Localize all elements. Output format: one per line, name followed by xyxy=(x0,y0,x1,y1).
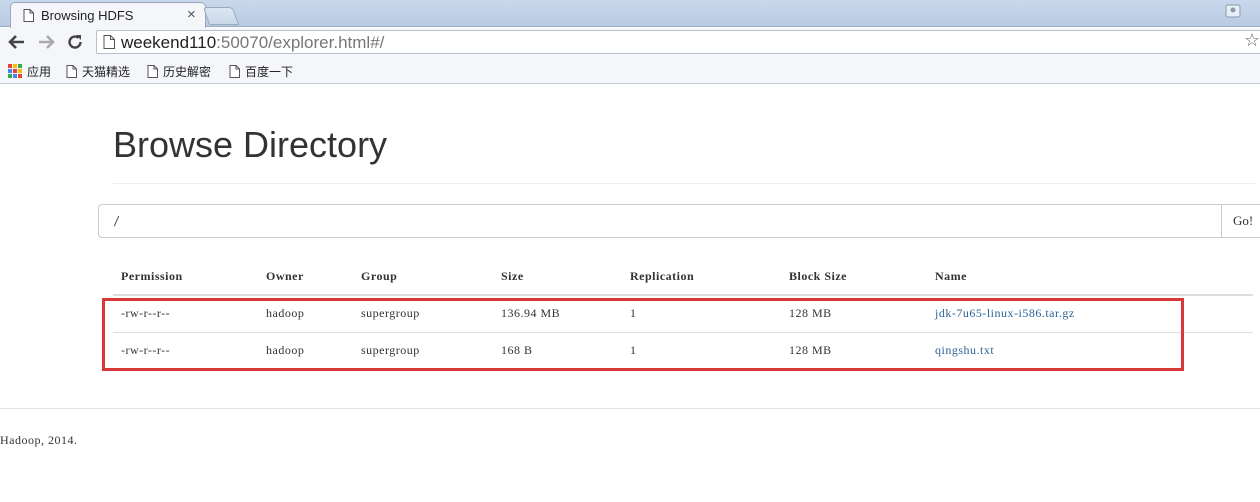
file-link[interactable]: jdk-7u65-linux-i586.tar.gz xyxy=(935,306,1075,320)
footer-divider xyxy=(0,408,1260,409)
bookmarks-bar: 应用 天猫精选 历史解密 百度一下 xyxy=(0,58,1260,84)
back-button[interactable] xyxy=(6,31,28,53)
cell-name: jdk-7u65-linux-i586.tar.gz xyxy=(927,294,1253,332)
page-icon xyxy=(147,64,158,78)
column-header-owner[interactable]: Owner xyxy=(258,259,353,296)
cell-size: 136.94 MB xyxy=(493,294,622,332)
tab-strip: Browsing HDFS × xyxy=(0,0,1260,28)
cell-permission: -rw-r--r-- xyxy=(113,331,258,369)
cell-replication: 1 xyxy=(622,294,781,332)
apps-icon xyxy=(8,64,22,78)
cell-group: supergroup xyxy=(353,331,493,369)
bookmark-apps[interactable]: 应用 xyxy=(8,62,51,80)
close-icon[interactable]: × xyxy=(187,6,196,23)
bookmark-star-icon[interactable]: ☆ xyxy=(1244,30,1260,51)
url-path: :50070/explorer.html#/ xyxy=(216,33,385,52)
forward-arrow-icon xyxy=(39,35,55,49)
file-listing-table: Permission Owner Group Size Replication … xyxy=(113,259,1253,369)
directory-path-input[interactable]: / xyxy=(98,204,1222,238)
cell-owner: hadoop xyxy=(258,331,353,369)
file-link[interactable]: qingshu.txt xyxy=(935,343,994,357)
user-icon[interactable] xyxy=(1225,4,1241,20)
column-header-name[interactable]: Name xyxy=(927,259,1253,296)
column-header-block-size[interactable]: Block Size xyxy=(781,259,927,296)
column-header-size[interactable]: Size xyxy=(493,259,622,296)
page-icon xyxy=(66,64,77,78)
reload-icon xyxy=(68,35,82,49)
table-row: -rw-r--r-- hadoop supergroup 168 B 1 128… xyxy=(113,331,1253,369)
cell-group: supergroup xyxy=(353,294,493,332)
address-bar[interactable]: weekend110:50070/explorer.html#/ xyxy=(96,30,1260,54)
cell-block-size: 128 MB xyxy=(781,331,927,369)
page-icon xyxy=(103,35,115,54)
bookmark-history[interactable]: 历史解密 xyxy=(147,62,211,80)
cell-size: 168 B xyxy=(493,331,622,369)
back-arrow-icon xyxy=(8,35,24,49)
new-tab-button[interactable] xyxy=(202,7,240,25)
page-icon xyxy=(229,64,240,78)
reload-button[interactable] xyxy=(64,31,86,53)
column-header-replication[interactable]: Replication xyxy=(622,259,781,296)
tab-browsing-hdfs[interactable]: Browsing HDFS × xyxy=(10,2,206,28)
table-row: -rw-r--r-- hadoop supergroup 136.94 MB 1… xyxy=(113,294,1253,332)
url-text: weekend110:50070/explorer.html#/ xyxy=(121,33,384,53)
bookmark-label: 天猫精选 xyxy=(82,64,131,79)
column-header-permission[interactable]: Permission xyxy=(113,259,258,296)
bookmark-label: 应用 xyxy=(27,64,52,79)
divider xyxy=(113,183,1255,184)
cell-replication: 1 xyxy=(622,331,781,369)
bookmark-baidu[interactable]: 百度一下 xyxy=(229,62,293,80)
page-title: Browse Directory xyxy=(113,124,388,165)
go-button[interactable]: Go! xyxy=(1221,204,1260,238)
url-host: weekend110 xyxy=(121,33,217,52)
table-header-row: Permission Owner Group Size Replication … xyxy=(113,259,1253,296)
bookmark-tmall[interactable]: 天猫精选 xyxy=(66,62,130,80)
bookmark-label: 历史解密 xyxy=(163,64,212,79)
cell-name: qingshu.txt xyxy=(927,331,1253,369)
column-header-group[interactable]: Group xyxy=(353,259,493,296)
browser-toolbar: weekend110:50070/explorer.html#/ xyxy=(0,28,1260,58)
bookmark-label: 百度一下 xyxy=(245,64,294,79)
forward-button[interactable] xyxy=(35,31,57,53)
page-icon xyxy=(23,9,34,27)
cell-block-size: 128 MB xyxy=(781,294,927,332)
cell-permission: -rw-r--r-- xyxy=(113,294,258,332)
footer-text: Hadoop, 2014. xyxy=(0,433,78,447)
cell-owner: hadoop xyxy=(258,294,353,332)
tab-title: Browsing HDFS xyxy=(41,8,134,23)
